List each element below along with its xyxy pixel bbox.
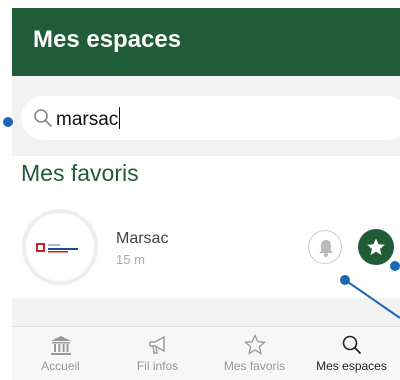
annotation-marker: [390, 261, 400, 271]
annotation-marker: [3, 117, 13, 127]
annotation-leader-line: [344, 279, 400, 319]
annotation-marker: [340, 275, 350, 285]
annotation-overlay: [344, 279, 400, 319]
